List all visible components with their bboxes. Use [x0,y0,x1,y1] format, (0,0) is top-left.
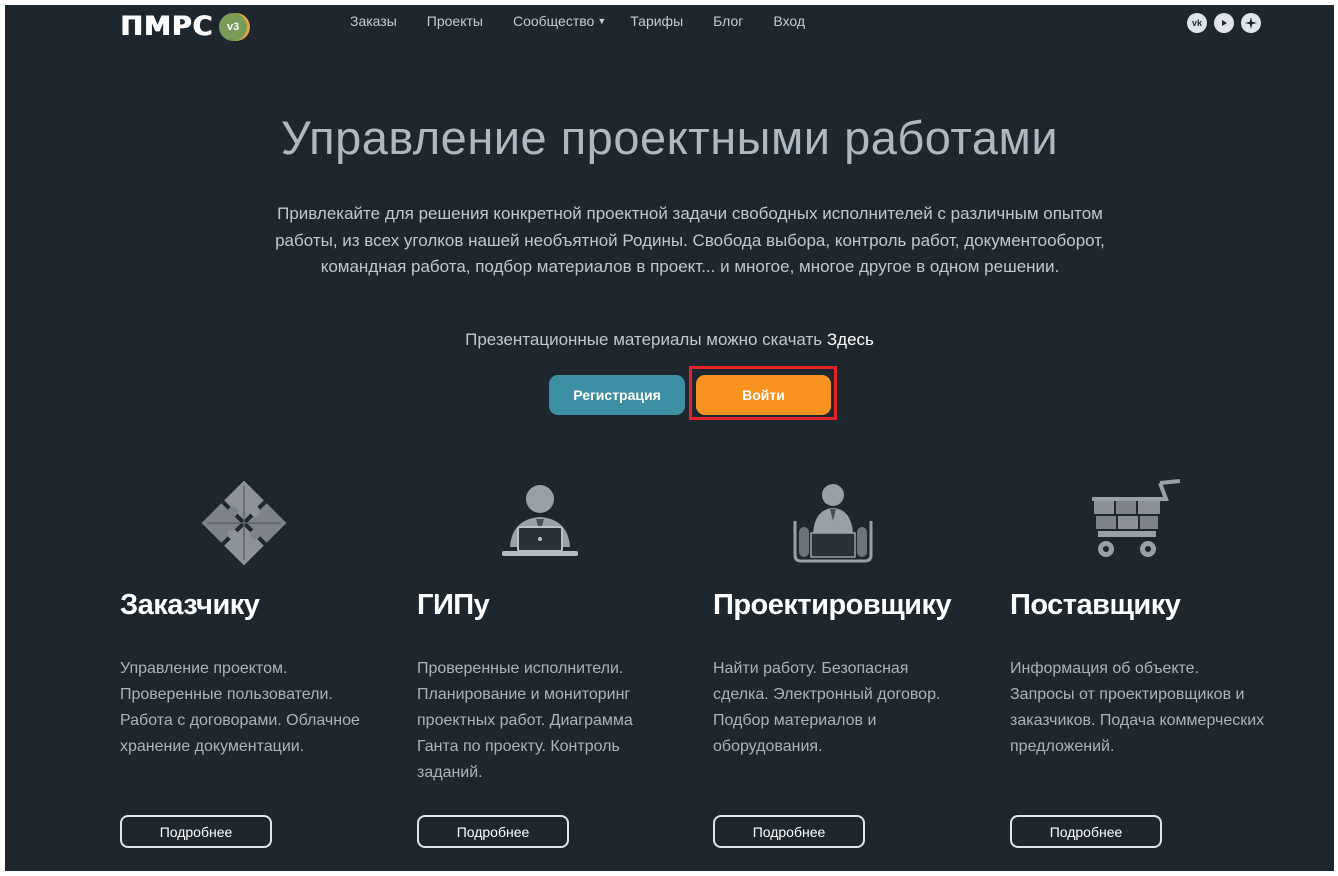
nav-item-login[interactable]: Вход [773,13,805,29]
presentation-download-link[interactable]: Здесь [827,330,874,349]
more-button[interactable]: Подробнее [120,815,272,848]
hero-title: Управление проектными работами [280,111,1059,164]
youtube-icon[interactable] [1214,13,1234,33]
role-description: Управление проектом. Проверенные пользов… [120,660,360,755]
nav-item-community-label: Сообщество [512,13,595,29]
more-button[interactable]: Подробнее [417,815,569,848]
main-nav: Заказы Проекты Сообщество ▼ Тарифы Блог … [350,13,835,29]
role-title: Проектировщику [713,589,952,621]
role-title: Поставщику [1010,589,1181,621]
chevron-down-icon: ▼ [597,16,607,26]
shopping-cart-icon [1092,479,1180,557]
login-button[interactable]: Войти [696,375,831,415]
role-description: Найти работу. Безопасная сделка. Электро… [713,660,941,755]
nav-item-blog[interactable]: Блог [713,13,743,29]
vk-icon[interactable]: vk [1187,13,1207,33]
logo-text: ПМРС [120,11,214,42]
page: ПМРС v3 Заказы Проекты Сообщество ▼ Тари… [5,5,1334,871]
logo[interactable]: ПМРС v3 [120,11,248,42]
hero-description: Привлекайте для решения конкретной проек… [275,204,1105,276]
more-button[interactable]: Подробнее [1010,815,1162,848]
social-links: vk [1187,13,1261,33]
role-description: Информация об объекте. Запросы от проект… [1010,660,1265,755]
role-title: ГИПу [417,589,490,621]
star-icon[interactable] [1241,13,1261,33]
register-button[interactable]: Регистрация [549,375,685,415]
nav-item-orders[interactable]: Заказы [350,13,397,29]
logo-badge: v3 [219,13,248,41]
puzzle-icon [201,480,287,565]
more-button[interactable]: Подробнее [713,815,865,848]
manager-laptop-icon [502,485,578,556]
role-description: Проверенные исполнители. Планирование и … [417,660,633,781]
nav-item-community[interactable]: Сообщество ▼ [513,13,606,29]
presentation-line: Презентационные материалы можно скачать … [5,330,1334,350]
designer-blueprint-icon [793,484,873,563]
role-title: Заказчику [120,589,260,621]
nav-item-tariffs[interactable]: Тарифы [630,13,683,29]
nav-item-projects[interactable]: Проекты [427,13,483,29]
presentation-text: Презентационные материалы можно скачать [465,330,823,349]
